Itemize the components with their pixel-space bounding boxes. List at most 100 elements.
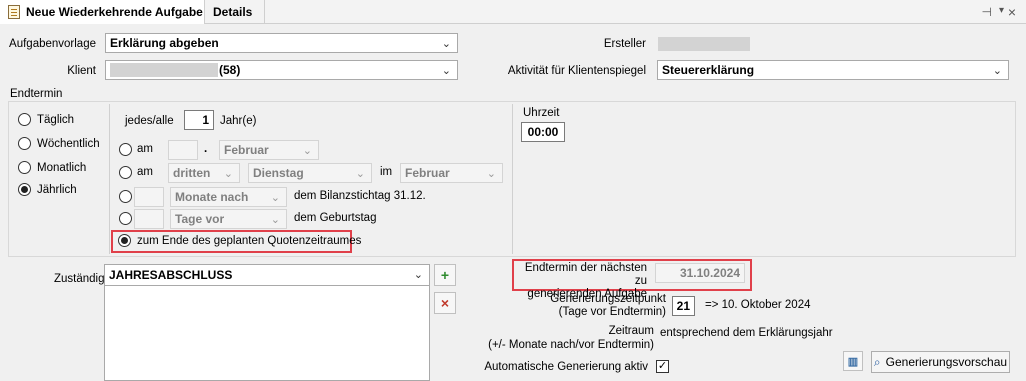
aufgabenvorlage-value: Erklärung abgeben (110, 36, 219, 50)
radio-button[interactable] (18, 113, 31, 126)
option-quotenzeitraum[interactable]: zum Ende des geplanten Quotenzeitraumes (118, 234, 361, 247)
zustaendige-select[interactable]: JAHRESABSCHLUSS ⌄ (104, 264, 430, 286)
book-icon[interactable]: ▥ (843, 351, 863, 371)
divider (109, 104, 110, 254)
chevron-down-icon: ⌄ (413, 269, 423, 281)
freq-label: Täglich (37, 113, 75, 126)
freq-jaehrlich[interactable]: Jährlich (18, 183, 77, 196)
month-select[interactable]: Februar ⌄ (219, 140, 319, 160)
chevron-down-icon: ⌄ (302, 145, 312, 157)
remove-user-icon[interactable]: × (434, 292, 456, 314)
month-value: Februar (224, 143, 269, 157)
chevron-down-icon: ⌄ (355, 168, 365, 180)
freq-label: Wöchentlich (37, 137, 100, 150)
aufgabenvorlage-select[interactable]: Erklärung abgeben ⌄ (105, 33, 458, 53)
chevron-down-icon: ⌄ (441, 38, 451, 50)
radio-button-selected[interactable] (118, 234, 131, 247)
tab-details[interactable]: Details (205, 0, 265, 24)
zustaendige-label: Zuständige (54, 273, 111, 285)
zustaendige-list[interactable] (104, 286, 430, 381)
label-line: Endtermin der nächsten zu (524, 262, 647, 287)
zustaendige-value: JAHRESABSCHLUSS (109, 268, 233, 282)
radio-button[interactable] (18, 137, 31, 150)
klient-label: Klient (67, 65, 96, 77)
freq-monatlich[interactable]: Monatlich (18, 161, 86, 174)
divider (512, 104, 513, 254)
month-select[interactable]: Februar ⌄ (400, 163, 503, 183)
jedes-label: jedes/alle (125, 115, 174, 127)
radio-am-weekday[interactable] (119, 166, 132, 179)
ordinal-value: dritten (173, 166, 211, 180)
add-user-icon[interactable]: + (434, 264, 456, 286)
radio-button[interactable] (18, 161, 31, 174)
ersteller-value-redacted (658, 37, 750, 51)
auto-generation-checkbox[interactable]: ✓ (656, 360, 669, 373)
chevron-down-icon: ⌄ (223, 168, 233, 180)
weekday-value: Dienstag (253, 166, 304, 180)
tab-label: Details (213, 5, 253, 19)
zeitpunkt-result: => 10. Oktober 2024 (705, 299, 811, 311)
uhrzeit-input[interactable]: 00:00 (521, 122, 565, 142)
label-line: Generierungszeitpunkt (550, 293, 666, 305)
radio-button-selected[interactable] (18, 183, 31, 196)
radio-bilanzstichtag[interactable] (119, 190, 132, 203)
klient-value: (58) (219, 63, 241, 77)
aktivitaet-value: Steuererklärung (662, 63, 755, 77)
pin-icon[interactable]: ⊣ (982, 5, 992, 19)
am-label: am (137, 166, 153, 178)
chevron-down-icon[interactable]: ▾ (999, 5, 1004, 16)
next-endtermin-value: 31.10.2024 (655, 263, 745, 283)
klient-select[interactable]: (58) ⌄ (105, 60, 458, 80)
freq-label: Jährlich (37, 183, 77, 196)
zeitraum-label: Zeitraum (+/- Monate nach/vor Endtermin) (470, 324, 654, 352)
bilanz-text: dem Bilanzstichtag 31.12. (294, 190, 426, 202)
weekday-select[interactable]: Dienstag ⌄ (248, 163, 372, 183)
chevron-down-icon: ⌄ (270, 192, 280, 204)
days-unit-select[interactable]: Tage vor ⌄ (170, 209, 287, 229)
zeitraum-value: entsprechend dem Erklärungsjahr (660, 327, 833, 339)
dot-separator: . (204, 143, 208, 155)
chevron-down-icon: ⌄ (270, 214, 280, 226)
endtermin-group-label: Endtermin (10, 88, 63, 100)
auto-generation-label: Automatische Generierung aktiv (484, 361, 648, 373)
chevron-down-icon: ⌄ (992, 65, 1002, 77)
aufgabenvorlage-label: Aufgabenvorlage (9, 38, 96, 50)
im-label: im (380, 166, 393, 178)
tab-neue-aufgabe[interactable]: Neue Wiederkehrende Aufgabe (0, 0, 205, 24)
month-value: Februar (405, 166, 450, 180)
day-input[interactable] (168, 140, 198, 160)
unit-value: Monate nach (175, 190, 249, 204)
am-label: am (137, 143, 153, 155)
close-icon[interactable]: × (1008, 4, 1016, 20)
uhrzeit-label: Uhrzeit (523, 107, 560, 119)
quotenzeitraum-label: zum Ende des geplanten Quotenzeitraumes (137, 234, 362, 247)
button-label: Generierungsvorschau (885, 355, 1008, 369)
jedes-input[interactable]: 1 (184, 110, 214, 130)
geburtstag-text: dem Geburtstag (294, 212, 377, 224)
freq-label: Monatlich (37, 161, 87, 174)
zeitpunkt-input[interactable]: 21 (672, 296, 695, 316)
ordinal-select[interactable]: dritten ⌄ (168, 163, 240, 183)
label-line: Zeitraum (608, 325, 654, 337)
chevron-down-icon: ⌄ (441, 65, 451, 77)
document-icon (8, 5, 20, 19)
radio-geburtstag[interactable] (119, 212, 132, 225)
aktivitaet-label: Aktivität für Klientenspiegel (507, 65, 646, 77)
chevron-down-icon: ⌄ (486, 168, 496, 180)
redacted-name (110, 63, 218, 77)
tab-label: Neue Wiederkehrende Aufgabe (26, 5, 203, 19)
generierungsvorschau-button[interactable]: ⌕ Generierungsvorschau (871, 351, 1010, 373)
radio-am-date[interactable] (119, 143, 132, 156)
search-icon: ⌕ (873, 354, 881, 369)
freq-taeglich[interactable]: Täglich (18, 113, 74, 126)
freq-woechentlich[interactable]: Wöchentlich (18, 137, 100, 150)
jahr-label: Jahr(e) (220, 115, 257, 127)
label-line: (Tage vor Endtermin) (558, 306, 666, 318)
days-input[interactable] (134, 209, 164, 229)
unit-value: Tage vor (175, 212, 225, 226)
aktivitaet-select[interactable]: Steuererklärung ⌄ (657, 60, 1009, 80)
months-input[interactable] (134, 187, 164, 207)
label-line: (+/- Monate nach/vor Endtermin) (488, 339, 654, 351)
ersteller-label: Ersteller (603, 38, 646, 50)
months-unit-select[interactable]: Monate nach ⌄ (170, 187, 287, 207)
